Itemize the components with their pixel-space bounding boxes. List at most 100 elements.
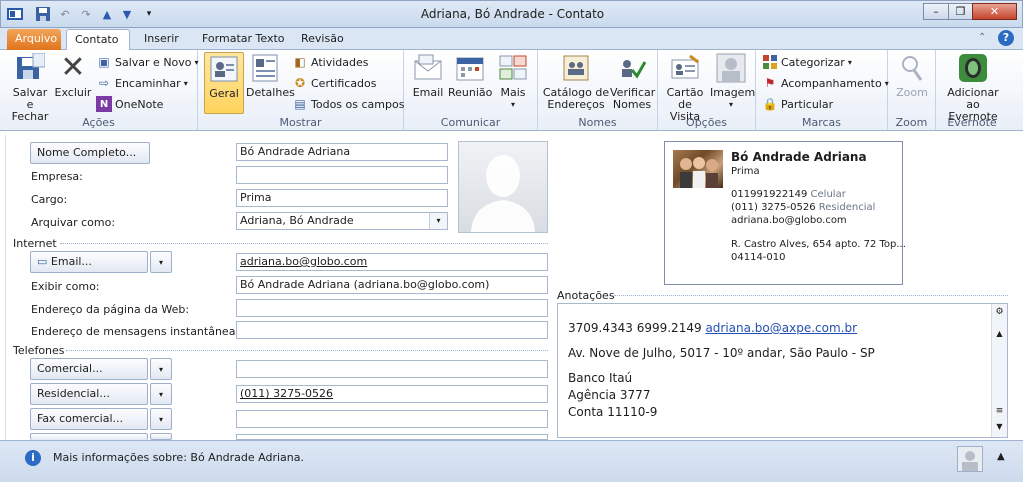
save-close-icon — [14, 52, 46, 84]
full-name-field[interactable]: Bó Andrade Adriana — [236, 143, 448, 161]
save-close-button[interactable]: Salvar e Fechar — [8, 52, 52, 123]
notes-tool-icon[interactable]: ⚙ — [993, 307, 1006, 320]
job-title-field[interactable]: Prima — [236, 189, 448, 207]
general-button[interactable]: Geral — [204, 52, 244, 114]
display-as-field[interactable]: Bó Andrade Adriana (adriana.bo@globo.com… — [236, 276, 548, 294]
group-evernote: Adicionar ao Evernote Evernote — [936, 50, 1008, 130]
notes-line-2: Av. Nove de Julho, 5017 - 10º andar, São… — [568, 346, 875, 360]
display-as-label: Exibir como: — [31, 280, 100, 293]
chevron-down-icon: ▾ — [510, 100, 515, 109]
ribbon: Salvar e Fechar ✕ Excluir ▣ Salvar e Nov… — [0, 50, 1023, 131]
delete-button[interactable]: ✕ Excluir — [54, 52, 92, 99]
file-as-dropdown-icon[interactable]: ▾ — [429, 213, 447, 229]
card-zip: 04114-010 — [731, 252, 786, 263]
notes-textarea[interactable]: 3709.4343 6999.2149 adriana.bo@axpe.com.… — [557, 303, 1008, 438]
more-button[interactable]: Mais ▾ — [496, 52, 530, 111]
tab-contato[interactable]: Contato — [66, 29, 130, 51]
follow-up-button[interactable]: ⚑ Acompanhamento ▾ — [762, 74, 889, 92]
magnifier-icon — [896, 52, 928, 84]
activities-button[interactable]: ◧ Atividades — [292, 53, 368, 71]
meeting-calendar-icon — [454, 52, 486, 84]
company-field[interactable] — [236, 166, 448, 184]
flag-icon: ⚑ — [764, 76, 776, 90]
business-phone-field[interactable] — [236, 360, 548, 378]
email-field[interactable]: adriana.bo@globo.com — [236, 253, 548, 271]
zoom-button[interactable]: Zoom — [892, 52, 932, 99]
business-phone-dropdown-arrow[interactable]: ▾ — [150, 358, 172, 380]
contact-photo[interactable] — [458, 141, 548, 233]
lock-icon: 🔒 — [762, 97, 778, 111]
business-phone-button[interactable]: Comercial... — [30, 358, 148, 380]
notes-email-link[interactable]: adriana.bo@axpe.com.br — [705, 321, 857, 335]
evernote-icon — [957, 52, 989, 84]
picture-icon — [715, 52, 747, 84]
minimize-button[interactable]: – — [923, 3, 949, 20]
business-card-button[interactable]: Cartão de Visita — [662, 52, 708, 123]
people-pane-avatar[interactable] — [957, 446, 983, 472]
expand-pane-icon[interactable]: ▲ — [997, 451, 1005, 462]
scroll-up-icon[interactable]: ▲ — [993, 329, 1006, 342]
scroll-grip-icon[interactable]: ≡ — [993, 406, 1006, 419]
notes-scrollbar[interactable]: ⚙ ▲ ≡ ▼ — [991, 304, 1007, 437]
home-phone-button[interactable]: Residencial... — [30, 383, 148, 405]
business-fax-field[interactable] — [236, 410, 548, 428]
ribbon-tabs: Arquivo Contato Inserir Formatar Texto R… — [0, 28, 1023, 51]
private-button[interactable]: 🔒 Particular — [762, 95, 834, 113]
next-phone-dropdown-arrow[interactable] — [150, 433, 172, 440]
chevron-down-icon: ▾ — [847, 57, 852, 67]
details-icon — [250, 52, 282, 84]
card-phone-mobile: 011991922149 Celular — [731, 189, 846, 200]
tab-revisao[interactable]: Revisão — [293, 29, 352, 50]
tab-formatar-texto[interactable]: Formatar Texto — [194, 29, 293, 50]
file-as-label: Arquivar como: — [31, 216, 116, 229]
info-icon: i — [25, 450, 41, 466]
tab-arquivo[interactable]: Arquivo — [7, 29, 61, 50]
home-phone-dropdown-arrow[interactable]: ▾ — [150, 383, 172, 405]
people-pane-bar: i Mais informações sobre: Bó Andrade Adr… — [0, 440, 1023, 482]
scroll-down-icon[interactable]: ▼ — [993, 422, 1006, 435]
forward-button[interactable]: ⇨ Encaminhar ▾ — [96, 74, 188, 92]
webpage-field[interactable] — [236, 299, 548, 317]
card-name: Bó Andrade Adriana — [731, 150, 867, 164]
collapse-ribbon-icon[interactable]: ⌃ — [978, 32, 986, 43]
file-as-field[interactable]: Adriana, Bó Andrade — [236, 212, 448, 230]
email-dropdown-arrow[interactable]: ▾ — [150, 251, 172, 273]
window-title: Adriana, Bó Andrade - Contato — [420, 7, 605, 21]
home-phone-field[interactable]: (011) 3275-0526 — [236, 385, 548, 403]
address-book-button[interactable]: Catálogo de Endereços — [542, 52, 610, 111]
certificates-button[interactable]: ✪ Certificados — [292, 74, 377, 92]
save-new-button[interactable]: ▣ Salvar e Novo ▾ — [96, 53, 198, 71]
notes-line-5: Conta 11110-9 — [568, 405, 658, 419]
card-title: Prima — [731, 166, 760, 177]
email-select-button[interactable]: ▭ Email... — [30, 251, 148, 273]
categorize-button[interactable]: Categorizar ▾ — [762, 53, 852, 71]
im-address-field[interactable] — [236, 321, 548, 339]
help-icon[interactable]: ? — [998, 30, 1014, 46]
contact-form: Nome Completo... Bó Andrade Adriana Empr… — [0, 132, 1023, 440]
next-phone-button[interactable] — [30, 433, 148, 440]
im-address-label: Endereço de mensagens instantâneas: — [31, 325, 245, 338]
onenote-button[interactable]: N OneNote — [96, 95, 163, 113]
meeting-button[interactable]: Reunião — [448, 52, 492, 99]
group-nomes: Catálogo de Endereços Verificar Nomes No… — [538, 50, 658, 130]
maximize-button[interactable]: ❐ — [948, 3, 973, 20]
group-opcoes: Cartão de Visita Imagem ▾ Opções — [658, 50, 756, 130]
save-new-icon: ▣ — [98, 55, 110, 69]
business-card-preview[interactable]: Bó Andrade Adriana Prima 011991922149 Ce… — [664, 141, 906, 285]
business-fax-button[interactable]: Fax comercial... — [30, 408, 148, 430]
close-button[interactable]: ✕ — [972, 3, 1017, 20]
full-name-button[interactable]: Nome Completo... — [30, 142, 150, 164]
picture-button[interactable]: Imagem ▾ — [710, 52, 755, 111]
tab-inserir[interactable]: Inserir — [136, 29, 187, 50]
check-names-button[interactable]: Verificar Nomes — [610, 52, 655, 111]
address-book-icon — [560, 52, 592, 84]
details-button[interactable]: Detalhes — [246, 52, 295, 99]
notes-divider — [614, 295, 1008, 296]
all-fields-button[interactable]: ▤ Todos os campos — [292, 95, 404, 113]
notes-section-label: Anotações — [557, 289, 615, 302]
all-fields-icon: ▤ — [294, 97, 306, 111]
form-left-border — [5, 135, 6, 440]
add-to-evernote-button[interactable]: Adicionar ao Evernote — [940, 52, 1006, 123]
email-button[interactable]: Email — [410, 52, 446, 99]
business-fax-dropdown-arrow[interactable]: ▾ — [150, 408, 172, 430]
